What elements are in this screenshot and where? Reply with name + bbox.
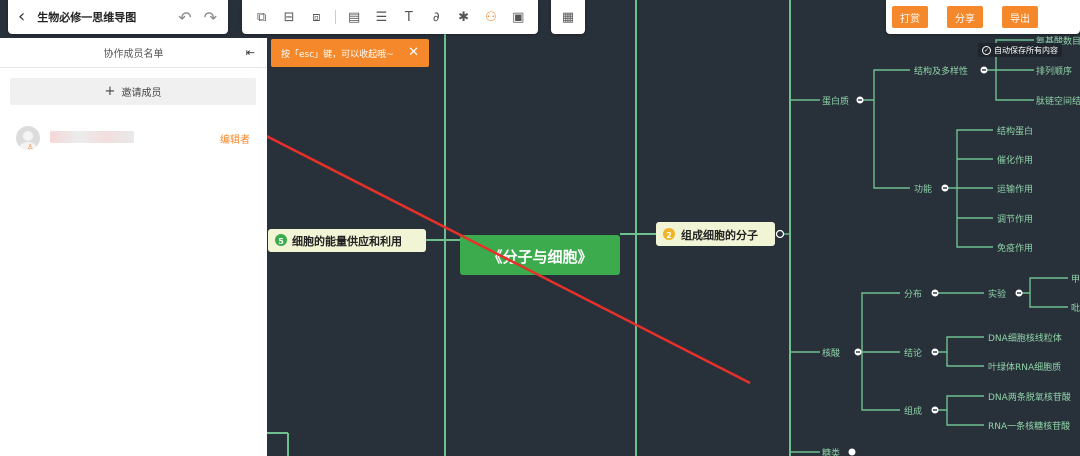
node-sugar[interactable]: 糖类 (822, 447, 840, 456)
esc-tooltip-text: 按「esc」键，可以收起哦~ (281, 49, 394, 60)
collapse-toggle-icon[interactable] (775, 229, 785, 239)
leaf-function-2[interactable]: 催化作用 (997, 154, 1033, 166)
leaf-conclusion-2[interactable]: 叶绿体RNA细胞质 (988, 361, 1061, 373)
leaf-conclusion-1[interactable]: DNA细胞核线粒体 (988, 332, 1062, 344)
export-button[interactable]: 导出 (1002, 6, 1038, 28)
list-icon[interactable]: ☰ (372, 8, 390, 26)
leaf-function-3[interactable]: 运输作用 (997, 183, 1033, 195)
plus-icon: + (104, 84, 116, 99)
leaf-composition-1[interactable]: DNA两条脱氧核苷酸 (988, 391, 1071, 403)
leaf-structure-2[interactable]: 排列顺序 (1036, 65, 1072, 77)
attachment-icon[interactable]: ∂ (427, 8, 445, 26)
invite-label: 邀请成员 (121, 88, 162, 99)
editing-toolbar: ⧉ ⊟ ⧈ ▤ ☰ T ∂ ✱ ⚇ ▣ (242, 0, 538, 34)
tip-button[interactable]: 打赏 (892, 6, 928, 28)
leaf-function-5[interactable]: 免疫作用 (997, 242, 1033, 254)
node-protein[interactable]: 蛋白质 (822, 95, 849, 107)
node-conclusion[interactable]: 结论 (904, 347, 922, 359)
left-branch-label: 细胞的能量供应和利用 (292, 234, 402, 248)
share-button[interactable]: 分享 (947, 6, 983, 28)
autosave-text: 自动保存所有内容 (994, 45, 1058, 55)
panel-header: 协作成员名单 ⇤ (0, 38, 267, 68)
subtopic-icon[interactable]: ⧉ (253, 8, 271, 26)
sibling-topic-icon[interactable]: ⊟ (280, 8, 298, 26)
owner-badge-icon: ♙ (27, 143, 34, 151)
action-bar: 打赏 分享 导出 (886, 0, 1080, 34)
text-icon[interactable]: T (400, 8, 418, 26)
divider (334, 10, 336, 24)
leaf-structure-3[interactable]: 肽链空间结构 (1036, 95, 1080, 107)
right-branch-label: 组成细胞的分子 (681, 228, 758, 242)
magic-icon[interactable]: ✱ (455, 8, 473, 26)
collaborators-panel: 协作成员名单 ⇤ + 邀请成员 ♙ 编辑者 (0, 38, 267, 456)
leaf-experiment-2[interactable]: 吡罗红 (1071, 302, 1080, 314)
member-name-redacted (50, 131, 134, 143)
redo-icon[interactable]: ↷ (204, 8, 217, 27)
invite-member-button[interactable]: + 邀请成员 (10, 78, 256, 105)
member-role[interactable]: 编辑者 (220, 131, 250, 146)
member-row[interactable]: ♙ 编辑者 (16, 126, 256, 152)
esc-tooltip: 按「esc」键，可以收起哦~ ✕ (271, 39, 429, 67)
qrcode-box: ▦ (551, 0, 585, 34)
qrcode-icon[interactable]: ▦ (559, 8, 577, 26)
undo-icon[interactable]: ↶ (178, 8, 191, 27)
node-composition[interactable]: 组成 (904, 405, 922, 417)
parent-topic-icon[interactable]: ⧈ (307, 8, 325, 26)
leaf-experiment-1[interactable]: 甲基绿 (1071, 273, 1080, 285)
node-experiment[interactable]: 实验 (988, 288, 1006, 300)
collaborators-icon[interactable]: ⚇ (482, 8, 500, 26)
leaf-function-1[interactable]: 结构蛋白 (997, 125, 1033, 137)
left-branch-number: 5 (278, 237, 284, 246)
back-arrow-icon[interactable]: ‹ (18, 8, 25, 26)
leaf-function-4[interactable]: 调节作用 (997, 213, 1033, 225)
node-function[interactable]: 功能 (914, 183, 932, 195)
panel-title: 协作成员名单 (103, 49, 164, 60)
node-structure[interactable]: 结构及多样性 (914, 65, 968, 77)
node-nucleic[interactable]: 核酸 (822, 347, 840, 359)
format-painter-icon[interactable]: ▤ (345, 8, 363, 26)
expand-sugar-icon[interactable] (848, 448, 856, 456)
document-title[interactable]: 生物必修一思维导图 (37, 9, 136, 25)
close-icon[interactable]: ✕ (408, 45, 419, 60)
collapse-panel-icon[interactable]: ⇤ (246, 46, 255, 59)
save-icon[interactable]: ▣ (509, 8, 527, 26)
right-branch-number: 2 (666, 231, 672, 240)
check-icon: ✓ (982, 45, 991, 55)
leaf-composition-2[interactable]: RNA一条核糖核苷酸 (988, 420, 1070, 432)
node-distribution[interactable]: 分布 (904, 288, 922, 300)
autosave-status: ✓ 自动保存所有内容 (978, 43, 1062, 57)
title-bar: ‹ 生物必修一思维导图 ↶ ↷ (8, 0, 228, 34)
